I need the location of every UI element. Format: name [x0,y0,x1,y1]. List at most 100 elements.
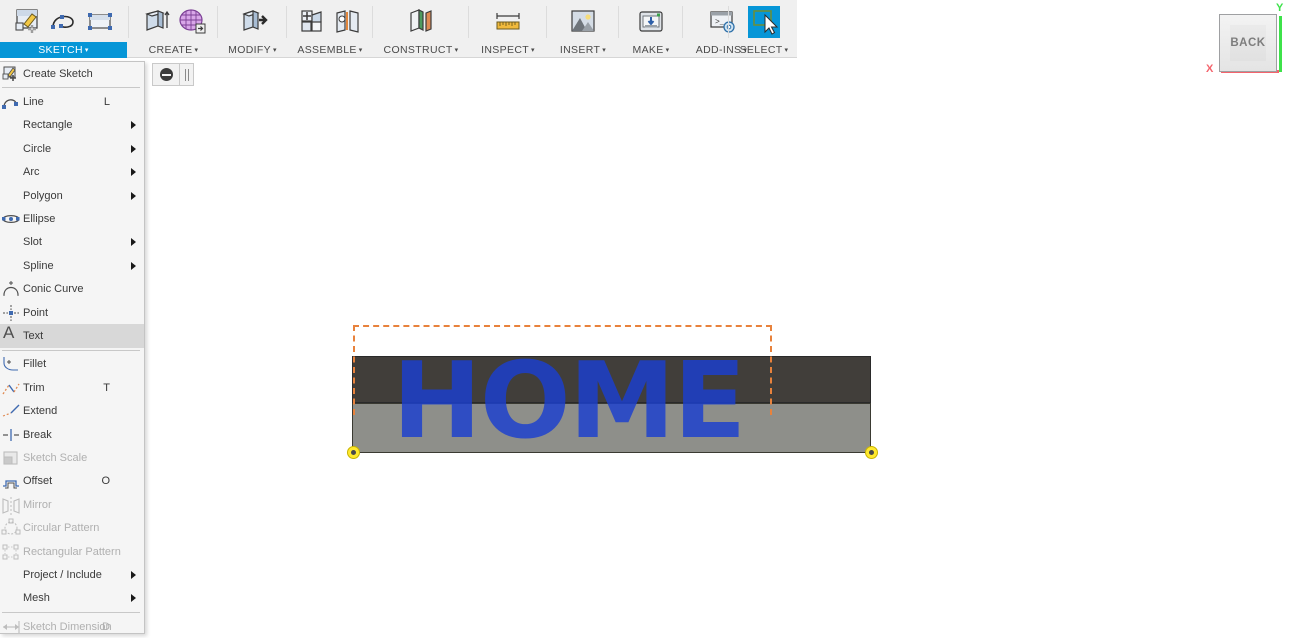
ribbon-group-construct-label[interactable]: CONSTRUCT ▾ [375,42,467,58]
ribbon-group-assemble-label[interactable]: ASSEMBLE ▾ [289,42,371,58]
submenu-arrow-icon [131,121,136,130]
ribbon-group-insert-icons [549,0,617,42]
menu-item-label: Arc [23,166,40,179]
menu-item-trim[interactable]: Trim T [0,376,144,399]
menu-item-circle[interactable]: Circle [0,137,144,160]
menu-item-project-include[interactable]: Project / Include [0,563,144,586]
menu-item-label: Offset [23,475,53,488]
ribbon-label-text: CREATE [148,44,193,56]
ribbon-group-inspect-label[interactable]: INSPECT ▾ [471,42,545,58]
chevron-down-icon: ▾ [194,47,199,54]
stop-sketch-button[interactable] [152,63,180,86]
menu-item-extend[interactable]: Extend [0,399,144,422]
sketch-scale-icon [1,448,21,468]
menu-item-mesh[interactable]: Mesh [0,587,144,610]
view-cube[interactable]: BACK X Y [1201,2,1287,88]
ribbon-separator [372,6,373,38]
svg-text:>_: >_ [715,18,725,27]
menu-separator [2,349,140,351]
offset-plane-icon[interactable] [404,4,438,38]
ribbon-group-make-label[interactable]: MAKE ▾ [621,42,681,58]
break-icon [1,425,21,445]
menu-item-slot[interactable]: Slot [0,231,144,254]
ribbon-group-assemble[interactable]: ASSEMBLE ▾ [289,0,371,58]
ribbon-group-insert[interactable]: INSERT ▾ [549,0,617,58]
menu-item-label: Line [23,96,44,109]
menu-separator [2,87,140,89]
ribbon-group-insert-label[interactable]: INSERT ▾ [549,42,617,58]
ribbon-group-create-icons [131,0,216,42]
ribbon-label-text: MAKE [632,44,664,56]
ribbon-group-construct[interactable]: CONSTRUCT ▾ [375,0,467,58]
submenu-arrow-icon [131,570,136,579]
menu-item-point[interactable]: Point [0,301,144,324]
menu-item-sketch-dimension: Sketch Dimension D [0,615,144,638]
mirror-icon [1,495,21,515]
new-component-icon[interactable] [295,4,329,38]
menu-item-no-icon [1,186,21,206]
menu-item-mirror: Mirror [0,493,144,516]
3d-print-icon[interactable] [634,4,668,38]
chevron-down-icon: ▾ [358,47,363,54]
extrude-icon[interactable] [139,4,173,38]
menu-item-text[interactable]: A Text [0,324,144,348]
chevron-down-icon: ▾ [84,47,89,54]
select-window-icon[interactable] [747,4,781,38]
ribbon-group-modify[interactable]: MODIFY ▾ [220,0,285,58]
menu-item-no-icon [1,115,21,135]
press-pull-icon[interactable] [236,4,270,38]
menu-item-no-icon [1,588,21,608]
form-icon[interactable] [175,4,209,38]
modeling-canvas[interactable]: HOME [0,58,1297,638]
ribbon-group-modify-label[interactable]: MODIFY ▾ [220,42,285,58]
menu-item-label: Trim [23,381,45,394]
circular-pattern-icon [1,518,21,538]
submenu-arrow-icon [131,261,136,270]
menu-item-line[interactable]: Line L [0,90,144,113]
menu-item-fillet[interactable]: Fillet [0,353,144,376]
menu-item-label: Circular Pattern [23,522,100,535]
menu-item-conic-curve[interactable]: Conic Curve [0,278,144,301]
ribbon-label-text: SKETCH [38,44,83,56]
menu-item-polygon[interactable]: Polygon [0,184,144,207]
ribbon-group-create-label[interactable]: CREATE ▾ [131,42,216,58]
insert-image-icon[interactable] [566,4,600,38]
ribbon-group-inspect[interactable]: INSPECT ▾ [471,0,545,58]
rectangle-icon[interactable] [83,4,117,38]
ribbon-group-construct-icons [375,0,467,42]
ribbon-group-sketch[interactable]: SKETCH ▾ [0,0,127,58]
ribbon-label-text: ASSEMBLE [297,44,357,56]
ribbon-group-make[interactable]: MAKE ▾ [621,0,681,58]
view-cube-face-back[interactable]: BACK [1219,14,1277,72]
menu-item-spline[interactable]: Spline [0,254,144,277]
ribbon-group-create[interactable]: CREATE ▾ [131,0,216,58]
measure-icon[interactable] [491,4,525,38]
sketch-dropdown-menu[interactable]: Create Sketch Line L Rectangle Circle Arc Poly… [0,61,145,634]
create-sketch-icon[interactable] [11,4,45,38]
menu-item-break[interactable]: Break [0,423,144,446]
ellipse-icon [1,209,21,229]
menu-item-circular-pattern: Circular Pattern [0,516,144,539]
fusion360-window: SKETCH ▾ CREATE ▾ MODIFY ▾ ASSEMBLE ▾ CO… [0,0,1297,638]
menu-item-rectangle[interactable]: Rectangle [0,114,144,137]
menu-item-create-sketch[interactable]: Create Sketch [0,62,144,85]
joint-icon[interactable] [331,4,365,38]
menu-item-offset[interactable]: Offset O [0,470,144,493]
sketch-vertex-left[interactable] [347,446,360,459]
menu-item-label: Extend [23,405,58,418]
ribbon-separator [728,6,729,38]
menu-item-no-icon [1,162,21,182]
ribbon-group-select-label[interactable]: SELECT ▾ [731,42,797,58]
menu-item-arc[interactable]: Arc [0,161,144,184]
menu-item-sketch-scale: Sketch Scale [0,446,144,469]
text-bounding-box[interactable] [353,325,772,415]
ribbon-group-sketch-label[interactable]: SKETCH ▾ [0,42,127,58]
menu-item-label: Polygon [23,189,63,202]
menu-item-ellipse[interactable]: Ellipse [0,207,144,230]
toolbar-drag-grip[interactable] [180,63,194,86]
sketch-vertex-right[interactable] [865,446,878,459]
point-icon [1,303,21,323]
ribbon-group-select[interactable]: SELECT ▾ [731,0,797,58]
ribbon-separator [468,6,469,38]
spline-icon[interactable] [47,4,81,38]
